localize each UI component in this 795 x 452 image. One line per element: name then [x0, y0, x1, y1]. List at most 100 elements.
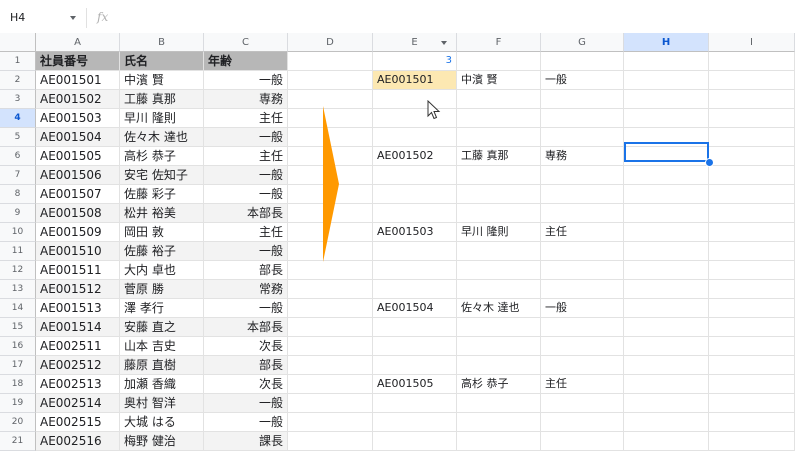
table-cell[interactable]: AE001503: [36, 109, 120, 128]
table-cell[interactable]: 一般: [204, 185, 288, 204]
cell-i17[interactable]: [709, 356, 795, 375]
cell-h15[interactable]: [624, 318, 709, 337]
cell-d14[interactable]: [288, 299, 373, 318]
table-cell[interactable]: 一般: [204, 71, 288, 90]
cell-h17[interactable]: [624, 356, 709, 375]
output-title-cell[interactable]: 主任: [541, 375, 624, 394]
cell-h4[interactable]: [624, 109, 709, 128]
cell-e9[interactable]: [373, 204, 457, 223]
output-title-cell[interactable]: 主任: [541, 223, 624, 242]
cell-h21[interactable]: [624, 432, 709, 451]
row-header-15[interactable]: 15: [0, 318, 36, 337]
row-header-17[interactable]: 17: [0, 356, 36, 375]
cell-f7[interactable]: [457, 166, 541, 185]
cell-g4[interactable]: [541, 109, 624, 128]
output-name-cell[interactable]: 早川 隆則: [457, 223, 541, 242]
cell-f1[interactable]: [457, 52, 541, 71]
cell-h10[interactable]: [624, 223, 709, 242]
output-id-cell[interactable]: AE001501: [373, 71, 457, 90]
output-name-cell[interactable]: 工藤 真那: [457, 147, 541, 166]
output-title-cell[interactable]: 一般: [541, 299, 624, 318]
table-cell[interactable]: 本部長: [204, 204, 288, 223]
cell-d13[interactable]: [288, 280, 373, 299]
row-header-5[interactable]: 5: [0, 128, 36, 147]
table-cell[interactable]: AE002514: [36, 394, 120, 413]
table-cell[interactable]: 部長: [204, 356, 288, 375]
cell-d20[interactable]: [288, 413, 373, 432]
column-header-d[interactable]: D: [288, 33, 373, 52]
spreadsheet-grid[interactable]: A B C D E F G H I 1 2 3 4 5 6 7 8 9 10 11 12 13 14 15 16 17 18 19 20…: [0, 33, 795, 452]
step-value-cell[interactable]: 3: [373, 52, 457, 71]
row-header-8[interactable]: 8: [0, 185, 36, 204]
table-cell[interactable]: AE001507: [36, 185, 120, 204]
table-cell[interactable]: 課長: [204, 432, 288, 451]
row-header-21[interactable]: 21: [0, 432, 36, 451]
cell-d16[interactable]: [288, 337, 373, 356]
table-cell[interactable]: 一般: [204, 394, 288, 413]
cell-f12[interactable]: [457, 261, 541, 280]
cell-f16[interactable]: [457, 337, 541, 356]
cell-e5[interactable]: [373, 128, 457, 147]
cell-g15[interactable]: [541, 318, 624, 337]
table-cell[interactable]: 一般: [204, 242, 288, 261]
column-header-c[interactable]: C: [204, 33, 288, 52]
cell-i4[interactable]: [709, 109, 795, 128]
cell-h7[interactable]: [624, 166, 709, 185]
output-name-cell[interactable]: 佐々木 達也: [457, 299, 541, 318]
cell-i21[interactable]: [709, 432, 795, 451]
cell-d1[interactable]: [288, 52, 373, 71]
row-header-13[interactable]: 13: [0, 280, 36, 299]
table-cell[interactable]: AE001510: [36, 242, 120, 261]
output-id-cell[interactable]: AE001505: [373, 375, 457, 394]
cell-i13[interactable]: [709, 280, 795, 299]
cell-h12[interactable]: [624, 261, 709, 280]
table-cell[interactable]: 梅野 健治: [120, 432, 204, 451]
table-cell[interactable]: 次長: [204, 337, 288, 356]
table-cell[interactable]: 一般: [204, 166, 288, 185]
cell-h3[interactable]: [624, 90, 709, 109]
cell-h19[interactable]: [624, 394, 709, 413]
cell-d2[interactable]: [288, 71, 373, 90]
cell-e4[interactable]: [373, 109, 457, 128]
row-header-3[interactable]: 3: [0, 90, 36, 109]
row-header-9[interactable]: 9: [0, 204, 36, 223]
output-name-cell[interactable]: 中濱 賢: [457, 71, 541, 90]
cell-f5[interactable]: [457, 128, 541, 147]
cell-h16[interactable]: [624, 337, 709, 356]
table-header-cell[interactable]: 年齢: [204, 52, 288, 71]
column-header-e[interactable]: E: [373, 33, 457, 52]
table-cell[interactable]: 工藤 真那: [120, 90, 204, 109]
select-all-corner[interactable]: [0, 33, 36, 52]
cell-i10[interactable]: [709, 223, 795, 242]
table-cell[interactable]: 大内 卓也: [120, 261, 204, 280]
cell-h18[interactable]: [624, 375, 709, 394]
cell-e8[interactable]: [373, 185, 457, 204]
cell-i11[interactable]: [709, 242, 795, 261]
row-header-6[interactable]: 6: [0, 147, 36, 166]
row-header-18[interactable]: 18: [0, 375, 36, 394]
name-box[interactable]: H4: [10, 11, 80, 27]
cell-f9[interactable]: [457, 204, 541, 223]
cell-g9[interactable]: [541, 204, 624, 223]
cell-e7[interactable]: [373, 166, 457, 185]
table-cell[interactable]: 岡田 敦: [120, 223, 204, 242]
column-header-g[interactable]: G: [541, 33, 624, 52]
cell-e21[interactable]: [373, 432, 457, 451]
column-header-b[interactable]: B: [120, 33, 204, 52]
table-cell[interactable]: 中濱 賢: [120, 71, 204, 90]
cell-i5[interactable]: [709, 128, 795, 147]
cell-d19[interactable]: [288, 394, 373, 413]
filter-chevron-icon[interactable]: [441, 41, 447, 45]
table-cell[interactable]: AE001511: [36, 261, 120, 280]
table-cell[interactable]: 山本 吉史: [120, 337, 204, 356]
cell-i14[interactable]: [709, 299, 795, 318]
cell-g11[interactable]: [541, 242, 624, 261]
cell-i15[interactable]: [709, 318, 795, 337]
table-cell[interactable]: 佐藤 彩子: [120, 185, 204, 204]
row-header-19[interactable]: 19: [0, 394, 36, 413]
output-id-cell[interactable]: AE001504: [373, 299, 457, 318]
cell-e12[interactable]: [373, 261, 457, 280]
cell-g20[interactable]: [541, 413, 624, 432]
cell-i8[interactable]: [709, 185, 795, 204]
cell-i9[interactable]: [709, 204, 795, 223]
